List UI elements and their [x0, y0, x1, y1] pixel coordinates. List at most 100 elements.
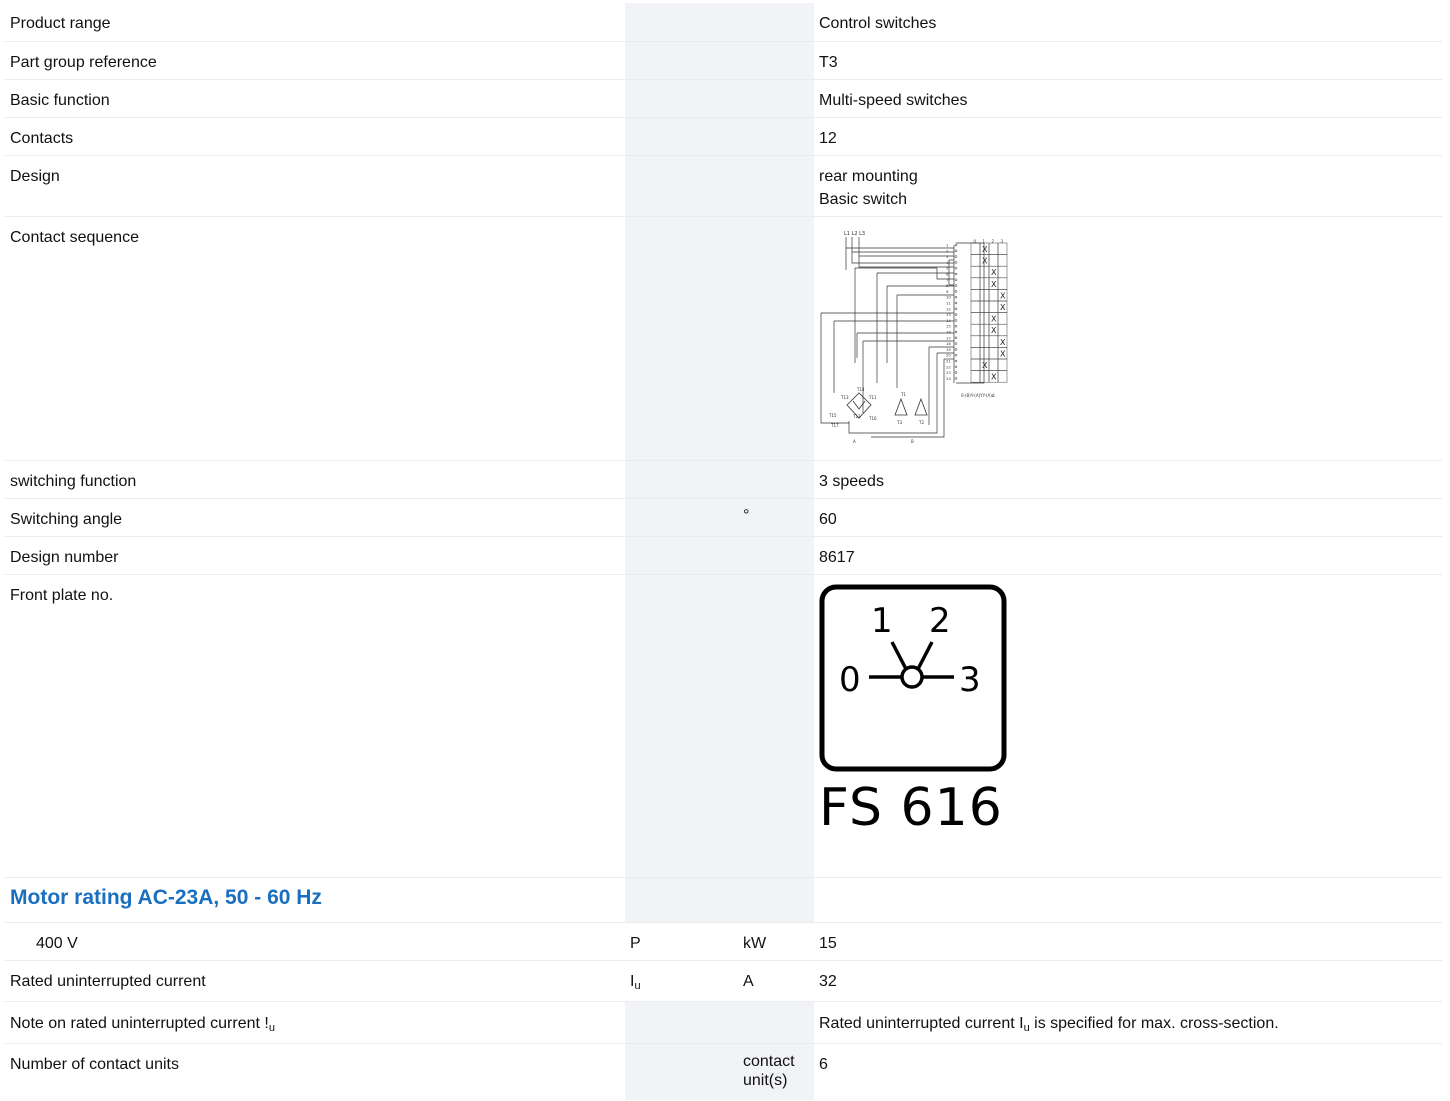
terminal-8: 8 — [946, 283, 949, 288]
row-symbol: P — [625, 923, 738, 960]
row-value: Rated uninterrupted current Iu is specif… — [819, 1015, 1279, 1034]
terminal-11: 11 — [946, 301, 951, 306]
row-value: 3 speeds — [819, 473, 884, 490]
row-value: 12 — [819, 130, 837, 147]
row-label: Rated uninterrupted current — [10, 973, 206, 990]
contact-sequence-cell: L1 L2 L3 T14 T13 T11 T15 T12 T16 T17 T1 … — [814, 217, 1442, 460]
grid-cell — [988, 347, 999, 360]
grid-cell — [970, 370, 981, 383]
grid-cell — [997, 242, 1008, 255]
svg-text:T1: T1 — [900, 392, 906, 397]
row-design-number: Design number 8617 — [5, 537, 1442, 575]
grid-cell — [970, 254, 981, 267]
terminal-14: 14 — [946, 318, 951, 323]
grid-position-1: 1 — [983, 239, 986, 244]
terminal-dot — [954, 336, 958, 340]
grid-cell — [979, 277, 990, 290]
terminal-dot — [954, 319, 958, 322]
position-3-label: 3 — [959, 660, 981, 700]
terminal-24: 24 — [946, 376, 951, 381]
row-value: 6 — [819, 1056, 828, 1073]
row-note-current: Note on rated uninterrupted current !u R… — [5, 1002, 1442, 1044]
row-label: switching function — [10, 473, 137, 490]
grid-cell — [979, 335, 990, 348]
grid-cell — [970, 312, 981, 325]
row-label: Note on rated uninterrupted current !u — [10, 1015, 275, 1034]
row-product-range: Product range Control switches — [5, 3, 1442, 42]
terminal-15: 15 — [946, 324, 951, 329]
row-contact-sequence: Contact sequence L1 L2 L3 T14 T13 T11 T1… — [5, 217, 1442, 461]
section-header-motor-rating: Motor rating AC-23A, 50 - 60 Hz — [5, 878, 1442, 923]
row-value: T3 — [819, 54, 838, 71]
grid-cell — [970, 347, 981, 360]
terminal-dot — [954, 290, 958, 293]
row-value: rear mounting Basic switch — [814, 156, 1442, 216]
terminal-dot — [954, 266, 958, 270]
terminal-9: 9 — [946, 289, 949, 294]
row-label: Contacts — [10, 130, 74, 147]
row-label: Basic function — [10, 92, 110, 109]
terminal-dot — [954, 330, 958, 334]
terminal-7: 7 — [946, 277, 949, 282]
grid-position-3: 3 — [1001, 239, 1004, 244]
grid-cell — [970, 277, 981, 290]
svg-text:T3: T3 — [896, 420, 902, 425]
terminal-4: 4 — [946, 260, 949, 265]
motor-b-label: B — [911, 439, 914, 444]
terminal-dot — [954, 348, 958, 351]
contact-closed-mark: X — [1000, 303, 1006, 312]
terminal-5: 5 — [946, 266, 949, 271]
row-label: Switching angle — [10, 511, 123, 528]
contact-closed-mark: X — [1000, 291, 1006, 300]
grid-cell — [997, 370, 1008, 383]
row-value: 60 — [819, 511, 837, 528]
design-line-1: rear mounting — [819, 168, 918, 185]
terminal-19: 19 — [946, 347, 951, 352]
svg-text:T13: T13 — [840, 395, 849, 400]
grid-cell — [997, 312, 1008, 325]
row-unit: A — [738, 961, 814, 1001]
section-title: Motor rating AC-23A, 50 - 60 Hz — [10, 886, 322, 909]
svg-text:T15: T15 — [828, 413, 837, 418]
grid-cell — [997, 323, 1008, 337]
terminal-dot — [954, 359, 958, 363]
row-contact-units: Number of contact units contact unit(s) … — [5, 1044, 1442, 1100]
grid-position-2: 2 — [992, 239, 995, 244]
terminal-dot — [954, 353, 958, 357]
row-rated-uninterrupted-current: Rated uninterrupted current Iu A 32 — [5, 961, 1442, 1002]
grid-cell — [997, 358, 1008, 371]
row-value: Multi-speed switches — [819, 92, 968, 109]
grid-cell — [988, 358, 999, 371]
product-spec-table: Product range Control switches Part grou… — [5, 3, 1442, 1100]
position-1-label: 1 — [871, 601, 893, 641]
front-plate-code: FS 616 — [819, 778, 1003, 838]
terminal-dot — [954, 342, 958, 345]
grid-cell — [988, 254, 999, 267]
grid-cell — [979, 370, 990, 383]
terminal-6: 6 — [946, 272, 949, 277]
grid-cell — [988, 242, 999, 255]
design-line-2: Basic switch — [819, 191, 908, 208]
contact-grid: 0 1 2 3XXXXXXXXXXXX — [970, 239, 1008, 383]
terminal-18: 18 — [946, 341, 951, 346]
grid-cell — [988, 289, 999, 302]
svg-text:T11: T11 — [868, 395, 877, 400]
row-symbol: Iu — [625, 961, 738, 1001]
svg-text:T14: T14 — [856, 387, 865, 392]
row-label: Design number — [10, 549, 119, 566]
row-label: 400 V — [36, 935, 78, 952]
row-unit: ° — [738, 499, 814, 536]
grid-cell — [979, 300, 990, 313]
grid-cell — [988, 300, 999, 313]
terminal-dot — [954, 377, 958, 380]
row-unit: contact unit(s) — [738, 1044, 814, 1100]
terminal-dot — [954, 295, 958, 299]
row-value: 15 — [819, 935, 837, 952]
row-unit: kW — [738, 923, 814, 960]
row-part-group-reference: Part group reference T3 — [5, 42, 1442, 80]
front-plate-cell: 0 1 2 3 FS 616 — [814, 575, 1442, 877]
terminal-23: 23 — [946, 370, 951, 375]
grid-cell — [970, 300, 981, 313]
svg-text:T12: T12 — [852, 414, 861, 419]
contact-closed-mark: X — [991, 268, 997, 277]
